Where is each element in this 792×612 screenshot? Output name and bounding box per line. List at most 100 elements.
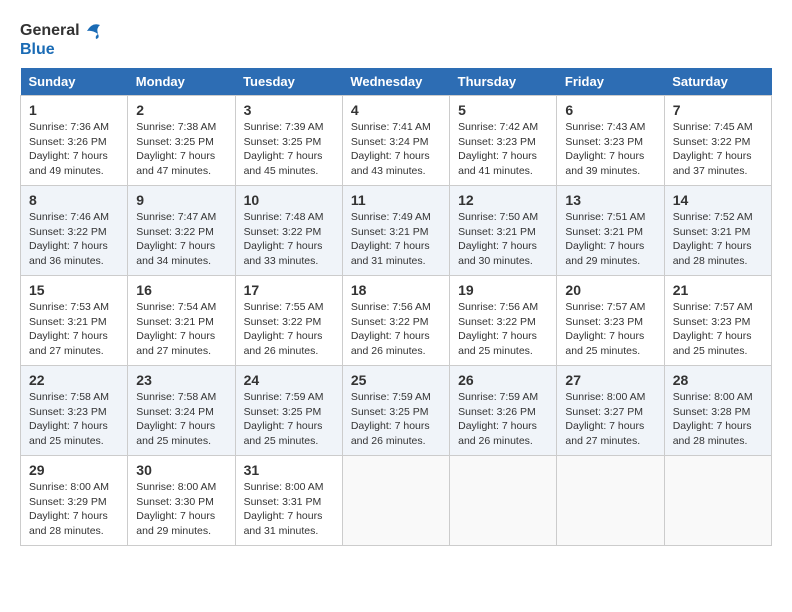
calendar-cell: 5 Sunrise: 7:42 AM Sunset: 3:23 PM Daylig… bbox=[450, 96, 557, 186]
day-number: 4 bbox=[351, 102, 441, 118]
day-info: Sunrise: 7:56 AM Sunset: 3:22 PM Dayligh… bbox=[458, 300, 548, 359]
day-number: 29 bbox=[29, 462, 119, 478]
calendar-week-row: 15 Sunrise: 7:53 AM Sunset: 3:21 PM Dayli… bbox=[21, 276, 772, 366]
day-info: Sunrise: 7:59 AM Sunset: 3:25 PM Dayligh… bbox=[351, 390, 441, 449]
calendar-cell: 22Sunrise: 7:58 AM Sunset: 3:23 PM Dayli… bbox=[21, 366, 128, 456]
calendar-cell: 30 Sunrise: 8:00 AM Sunset: 3:30 PM Dayli… bbox=[128, 456, 235, 546]
day-number: 11 bbox=[351, 192, 441, 208]
day-number: 25 bbox=[351, 372, 441, 388]
day-info: Sunrise: 7:45 AM Sunset: 3:22 PM Dayligh… bbox=[673, 120, 763, 179]
calendar-cell: 24Sunrise: 7:59 AM Sunset: 3:25 PM Dayli… bbox=[235, 366, 342, 456]
day-number: 17 bbox=[244, 282, 334, 298]
day-info: Sunrise: 7:47 AM Sunset: 3:22 PM Dayligh… bbox=[136, 210, 226, 269]
day-number: 27 bbox=[565, 372, 655, 388]
day-info: Sunrise: 7:38 AM Sunset: 3:25 PM Dayligh… bbox=[136, 120, 226, 179]
day-info: Sunrise: 7:49 AM Sunset: 3:21 PM Dayligh… bbox=[351, 210, 441, 269]
day-info: Sunrise: 7:56 AM Sunset: 3:22 PM Dayligh… bbox=[351, 300, 441, 359]
calendar-cell bbox=[450, 456, 557, 546]
calendar-cell: 21 Sunrise: 7:57 AM Sunset: 3:23 PM Dayli… bbox=[664, 276, 771, 366]
calendar-week-row: 8 Sunrise: 7:46 AM Sunset: 3:22 PM Daylig… bbox=[21, 186, 772, 276]
weekday-header: Friday bbox=[557, 68, 664, 96]
day-number: 3 bbox=[244, 102, 334, 118]
weekday-header: Saturday bbox=[664, 68, 771, 96]
day-number: 5 bbox=[458, 102, 548, 118]
calendar-cell: 31 Sunrise: 8:00 AM Sunset: 3:31 PM Dayli… bbox=[235, 456, 342, 546]
day-number: 22 bbox=[29, 372, 119, 388]
day-number: 8 bbox=[29, 192, 119, 208]
day-info: Sunrise: 7:59 AM Sunset: 3:25 PM Dayligh… bbox=[244, 390, 334, 449]
calendar-week-row: 1 Sunrise: 7:36 AM Sunset: 3:26 PM Daylig… bbox=[21, 96, 772, 186]
day-info: Sunrise: 7:59 AM Sunset: 3:26 PM Dayligh… bbox=[458, 390, 548, 449]
calendar-cell: 28 Sunrise: 8:00 AM Sunset: 3:28 PM Dayli… bbox=[664, 366, 771, 456]
day-info: Sunrise: 7:42 AM Sunset: 3:23 PM Dayligh… bbox=[458, 120, 548, 179]
day-number: 7 bbox=[673, 102, 763, 118]
day-info: Sunrise: 7:55 AM Sunset: 3:22 PM Dayligh… bbox=[244, 300, 334, 359]
day-number: 6 bbox=[565, 102, 655, 118]
day-number: 16 bbox=[136, 282, 226, 298]
day-number: 28 bbox=[673, 372, 763, 388]
weekday-header: Thursday bbox=[450, 68, 557, 96]
day-info: Sunrise: 8:00 AM Sunset: 3:29 PM Dayligh… bbox=[29, 480, 119, 539]
day-info: Sunrise: 8:00 AM Sunset: 3:27 PM Dayligh… bbox=[565, 390, 655, 449]
day-number: 13 bbox=[565, 192, 655, 208]
weekday-header: Monday bbox=[128, 68, 235, 96]
calendar-cell: 26 Sunrise: 7:59 AM Sunset: 3:26 PM Dayli… bbox=[450, 366, 557, 456]
day-number: 18 bbox=[351, 282, 441, 298]
calendar-cell: 17 Sunrise: 7:55 AM Sunset: 3:22 PM Dayli… bbox=[235, 276, 342, 366]
day-info: Sunrise: 7:50 AM Sunset: 3:21 PM Dayligh… bbox=[458, 210, 548, 269]
day-info: Sunrise: 7:43 AM Sunset: 3:23 PM Dayligh… bbox=[565, 120, 655, 179]
day-info: Sunrise: 7:51 AM Sunset: 3:21 PM Dayligh… bbox=[565, 210, 655, 269]
calendar-cell bbox=[557, 456, 664, 546]
calendar-cell: 16Sunrise: 7:54 AM Sunset: 3:21 PM Dayli… bbox=[128, 276, 235, 366]
weekday-header: Wednesday bbox=[342, 68, 449, 96]
calendar-cell: 1 Sunrise: 7:36 AM Sunset: 3:26 PM Daylig… bbox=[21, 96, 128, 186]
calendar-cell: 9 Sunrise: 7:47 AM Sunset: 3:22 PM Daylig… bbox=[128, 186, 235, 276]
day-number: 20 bbox=[565, 282, 655, 298]
day-info: Sunrise: 8:00 AM Sunset: 3:30 PM Dayligh… bbox=[136, 480, 226, 539]
weekday-header: Tuesday bbox=[235, 68, 342, 96]
day-number: 19 bbox=[458, 282, 548, 298]
calendar-cell bbox=[342, 456, 449, 546]
day-info: Sunrise: 7:46 AM Sunset: 3:22 PM Dayligh… bbox=[29, 210, 119, 269]
day-number: 26 bbox=[458, 372, 548, 388]
calendar-week-row: 22Sunrise: 7:58 AM Sunset: 3:23 PM Dayli… bbox=[21, 366, 772, 456]
day-info: Sunrise: 8:00 AM Sunset: 3:28 PM Dayligh… bbox=[673, 390, 763, 449]
day-number: 12 bbox=[458, 192, 548, 208]
day-info: Sunrise: 7:48 AM Sunset: 3:22 PM Dayligh… bbox=[244, 210, 334, 269]
calendar-cell: 10Sunrise: 7:48 AM Sunset: 3:22 PM Dayli… bbox=[235, 186, 342, 276]
day-info: Sunrise: 7:41 AM Sunset: 3:24 PM Dayligh… bbox=[351, 120, 441, 179]
calendar-cell: 19 Sunrise: 7:56 AM Sunset: 3:22 PM Dayli… bbox=[450, 276, 557, 366]
logo-bird-icon bbox=[82, 20, 104, 42]
calendar-cell bbox=[664, 456, 771, 546]
calendar-cell: 8 Sunrise: 7:46 AM Sunset: 3:22 PM Daylig… bbox=[21, 186, 128, 276]
day-info: Sunrise: 7:58 AM Sunset: 3:24 PM Dayligh… bbox=[136, 390, 226, 449]
day-info: Sunrise: 7:52 AM Sunset: 3:21 PM Dayligh… bbox=[673, 210, 763, 269]
calendar-cell: 6 Sunrise: 7:43 AM Sunset: 3:23 PM Daylig… bbox=[557, 96, 664, 186]
day-info: Sunrise: 7:57 AM Sunset: 3:23 PM Dayligh… bbox=[565, 300, 655, 359]
calendar-cell: 15 Sunrise: 7:53 AM Sunset: 3:21 PM Dayli… bbox=[21, 276, 128, 366]
calendar-cell: 20 Sunrise: 7:57 AM Sunset: 3:23 PM Dayli… bbox=[557, 276, 664, 366]
calendar-cell: 25 Sunrise: 7:59 AM Sunset: 3:25 PM Dayli… bbox=[342, 366, 449, 456]
calendar-table: SundayMondayTuesdayWednesdayThursdayFrid… bbox=[20, 68, 772, 546]
day-number: 30 bbox=[136, 462, 226, 478]
calendar-cell: 12 Sunrise: 7:50 AM Sunset: 3:21 PM Dayli… bbox=[450, 186, 557, 276]
logo-blue-text: Blue bbox=[20, 42, 104, 58]
day-info: Sunrise: 8:00 AM Sunset: 3:31 PM Dayligh… bbox=[244, 480, 334, 539]
logo-container: General Blue bbox=[20, 20, 104, 58]
day-number: 31 bbox=[244, 462, 334, 478]
header-row: SundayMondayTuesdayWednesdayThursdayFrid… bbox=[21, 68, 772, 96]
day-number: 21 bbox=[673, 282, 763, 298]
calendar-cell: 29 Sunrise: 8:00 AM Sunset: 3:29 PM Dayli… bbox=[21, 456, 128, 546]
day-info: Sunrise: 7:36 AM Sunset: 3:26 PM Dayligh… bbox=[29, 120, 119, 179]
day-info: Sunrise: 7:39 AM Sunset: 3:25 PM Dayligh… bbox=[244, 120, 334, 179]
day-info: Sunrise: 7:57 AM Sunset: 3:23 PM Dayligh… bbox=[673, 300, 763, 359]
day-number: 9 bbox=[136, 192, 226, 208]
logo-general-text: General bbox=[20, 23, 80, 39]
day-number: 15 bbox=[29, 282, 119, 298]
day-number: 14 bbox=[673, 192, 763, 208]
day-number: 1 bbox=[29, 102, 119, 118]
weekday-header: Sunday bbox=[21, 68, 128, 96]
calendar-cell: 18 Sunrise: 7:56 AM Sunset: 3:22 PM Dayli… bbox=[342, 276, 449, 366]
day-info: Sunrise: 7:53 AM Sunset: 3:21 PM Dayligh… bbox=[29, 300, 119, 359]
calendar-week-row: 29 Sunrise: 8:00 AM Sunset: 3:29 PM Dayli… bbox=[21, 456, 772, 546]
